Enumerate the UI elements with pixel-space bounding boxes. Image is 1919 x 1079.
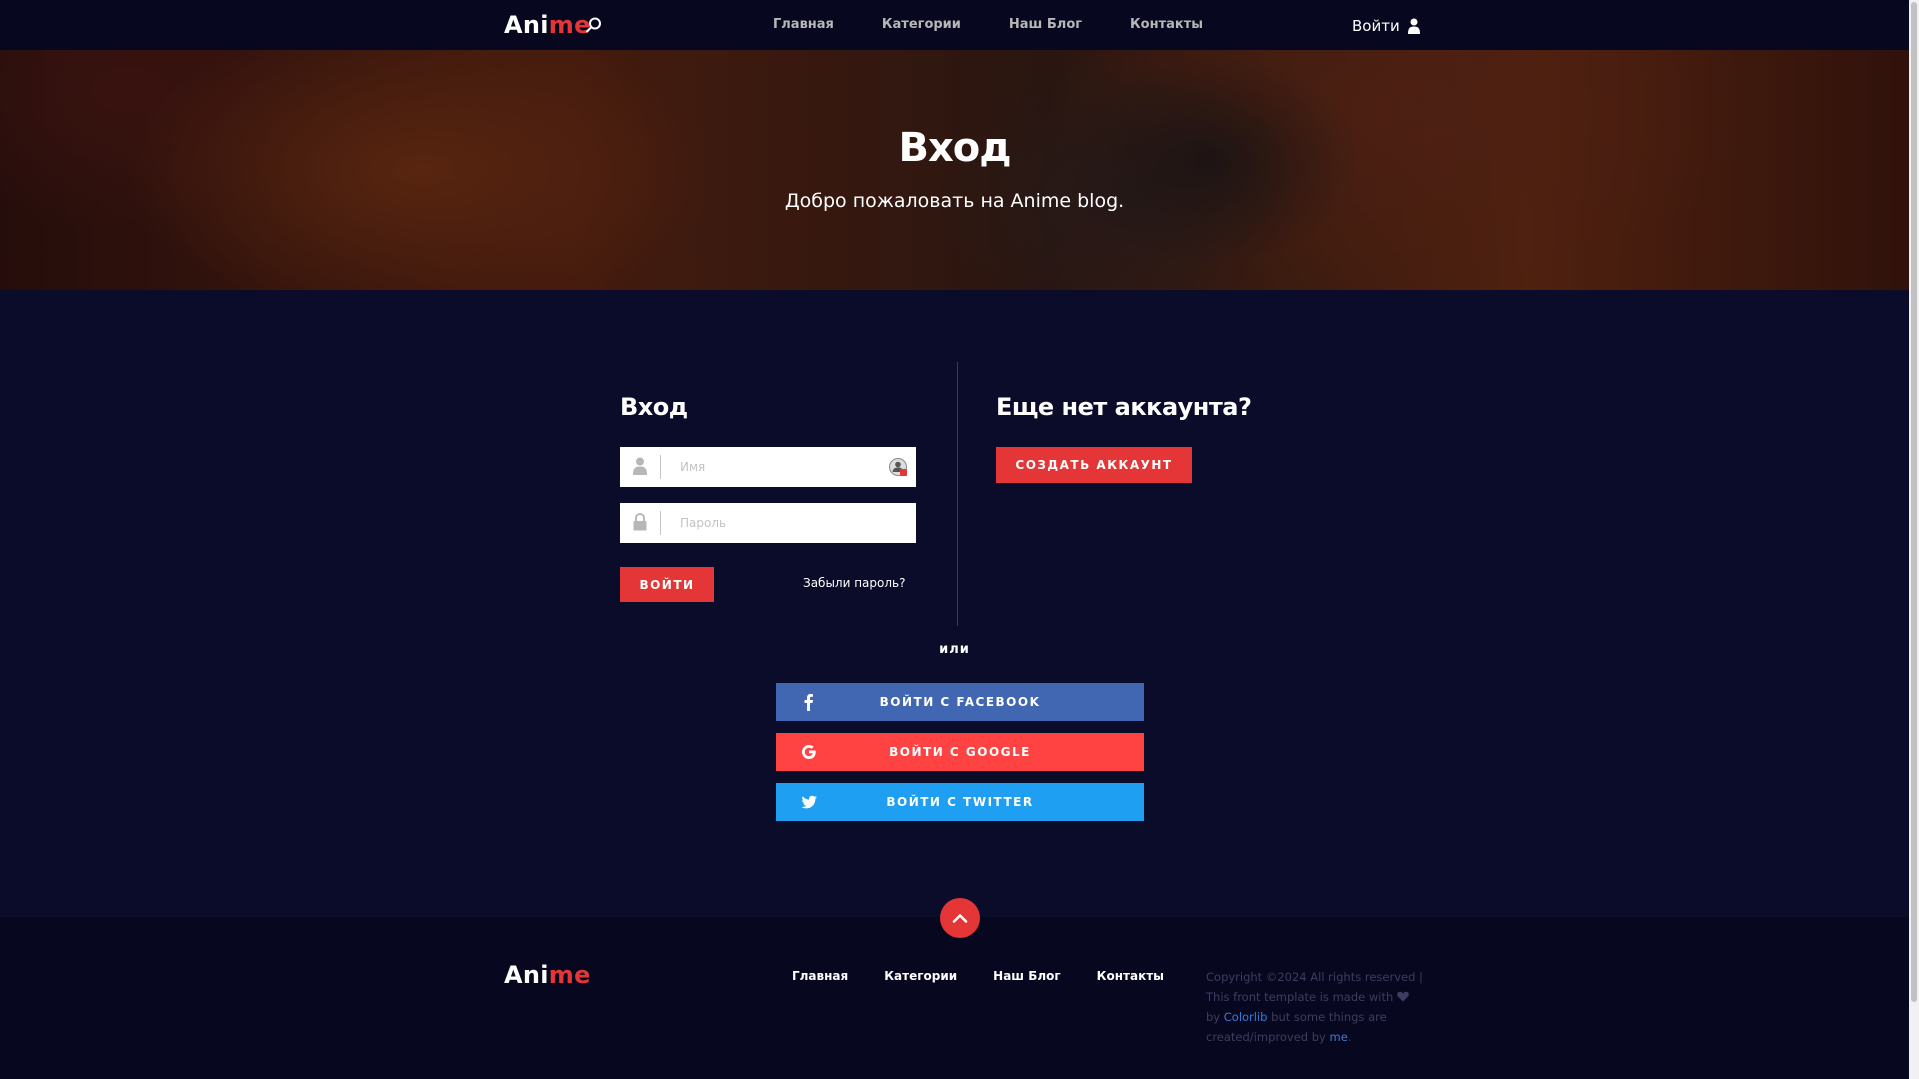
copyright-by: by [1206,1010,1221,1024]
forgot-password-link[interactable]: Забыли пароль? [803,576,905,590]
nav-categories[interactable]: Категории [882,17,961,32]
page: Anime Главная Категории Наш Блог Контакт… [0,0,1909,1079]
hero-subtitle: Добро пожаловать на Anime blog. [784,190,1125,212]
field-separator [660,511,661,535]
lock-icon [633,513,647,531]
nav-blog[interactable]: Наш Блог [1009,17,1082,32]
autofill-icon[interactable] [888,457,908,477]
signup-title: Еще нет аккаунта? [996,393,1252,421]
create-account-button[interactable]: Создать аккаунт [996,447,1192,483]
colorlib-link[interactable]: Colorlib [1224,1010,1268,1024]
footer-nav-blog[interactable]: Наш Блог [993,969,1061,983]
copyright-end: . [1347,1030,1352,1044]
main-nav: Главная Категории Наш Блог Контакты [773,17,1251,32]
header-login-label: Войти [1352,17,1400,35]
twitter-login-button[interactable]: Войти с Twitter [776,783,1144,821]
page-scrollbar[interactable] [1909,0,1919,1079]
footer: Anime Главная Категории Наш Блог Контакт… [0,917,1909,1079]
user-icon [1407,18,1420,34]
password-input[interactable] [680,503,880,543]
facebook-login-button[interactable]: Войти с Facebook [776,683,1144,721]
password-field [620,503,916,543]
header-login-link[interactable]: Войти [1352,17,1420,35]
logo-part-1: Ani [504,11,549,39]
name-field [620,447,916,487]
google-login-button[interactable]: Войти с Google [776,733,1144,771]
back-to-top-button[interactable] [940,898,980,938]
logo-part-2: me [548,961,591,989]
search-icon[interactable] [585,16,603,34]
login-button[interactable]: Войти [620,567,714,602]
header-logo[interactable]: Anime [504,11,591,39]
hero-title: Вход [898,125,1011,171]
facebook-icon [804,694,813,711]
field-separator [660,455,661,479]
nav-home[interactable]: Главная [773,17,834,32]
user-icon [633,457,647,475]
me-link[interactable]: me [1330,1030,1348,1044]
or-separator: или [939,642,970,657]
section-divider [957,362,958,626]
footer-logo[interactable]: Anime [504,961,591,989]
footer-nav: Главная Категории Наш Блог Контакты [792,969,1200,983]
footer-nav-home[interactable]: Главная [792,969,848,983]
name-input[interactable] [680,447,880,487]
footer-nav-contacts[interactable]: Контакты [1097,969,1164,983]
logo-part-1: Ani [504,961,549,989]
facebook-login-label: Войти с Facebook [879,695,1041,709]
scrollbar-thumb[interactable] [1911,2,1917,1002]
heart-icon [1397,991,1409,1002]
copyright: Copyright ©2024 All rights reserved | Th… [1206,967,1426,1047]
nav-contacts[interactable]: Контакты [1130,17,1203,32]
login-title: Вход [620,393,688,421]
twitter-login-label: Войти с Twitter [886,795,1034,809]
hero-banner: Вход Добро пожаловать на Anime blog. [0,50,1909,290]
copyright-text: Copyright ©2024 All rights reserved | Th… [1206,970,1423,1004]
chevron-up-icon [952,914,968,923]
footer-nav-categories[interactable]: Категории [884,969,957,983]
google-icon [802,745,816,759]
twitter-icon [801,795,817,809]
header: Anime Главная Категории Наш Блог Контакт… [0,0,1909,50]
google-login-label: Войти с Google [889,745,1031,759]
